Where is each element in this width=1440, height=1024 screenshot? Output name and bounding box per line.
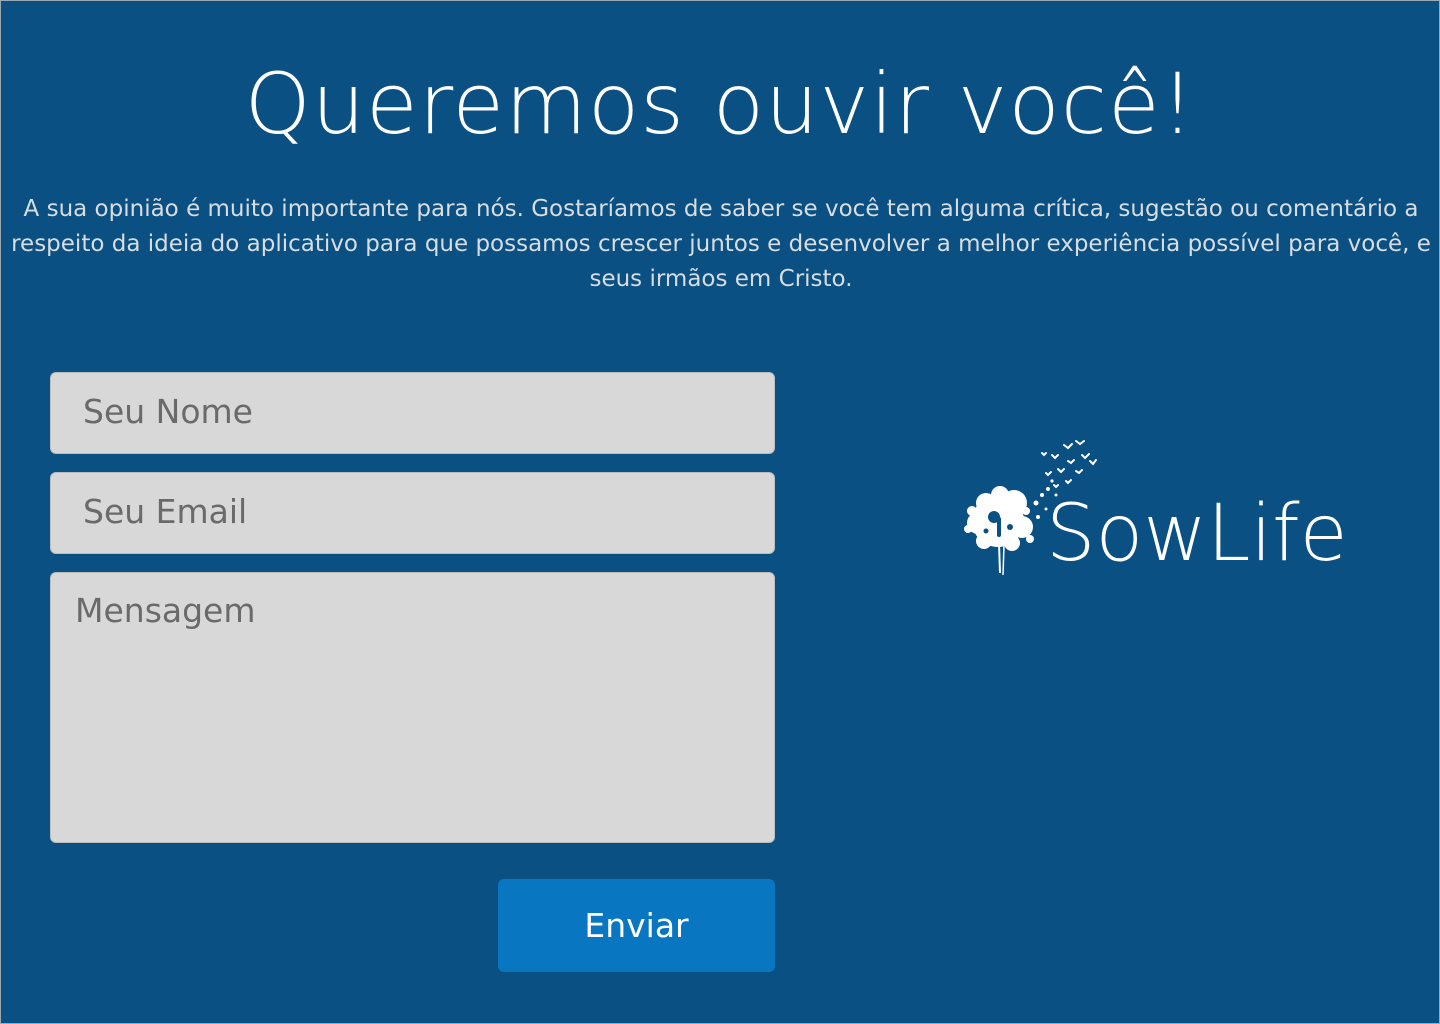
intro-text: A sua opinião é muito importante para nó… — [11, 196, 1431, 292]
name-field[interactable] — [50, 372, 775, 454]
page-title: Queremos ouvir você! — [244, 55, 1196, 153]
sowlife-logo: SowLife — [956, 431, 1376, 591]
email-field[interactable] — [50, 472, 775, 554]
message-field[interactable] — [50, 572, 775, 843]
feedback-page: Queremos ouvir você! A sua opinião é mui… — [0, 0, 1440, 1024]
send-button[interactable]: Enviar — [498, 879, 775, 972]
brand-name: SowLife — [1046, 489, 1348, 579]
